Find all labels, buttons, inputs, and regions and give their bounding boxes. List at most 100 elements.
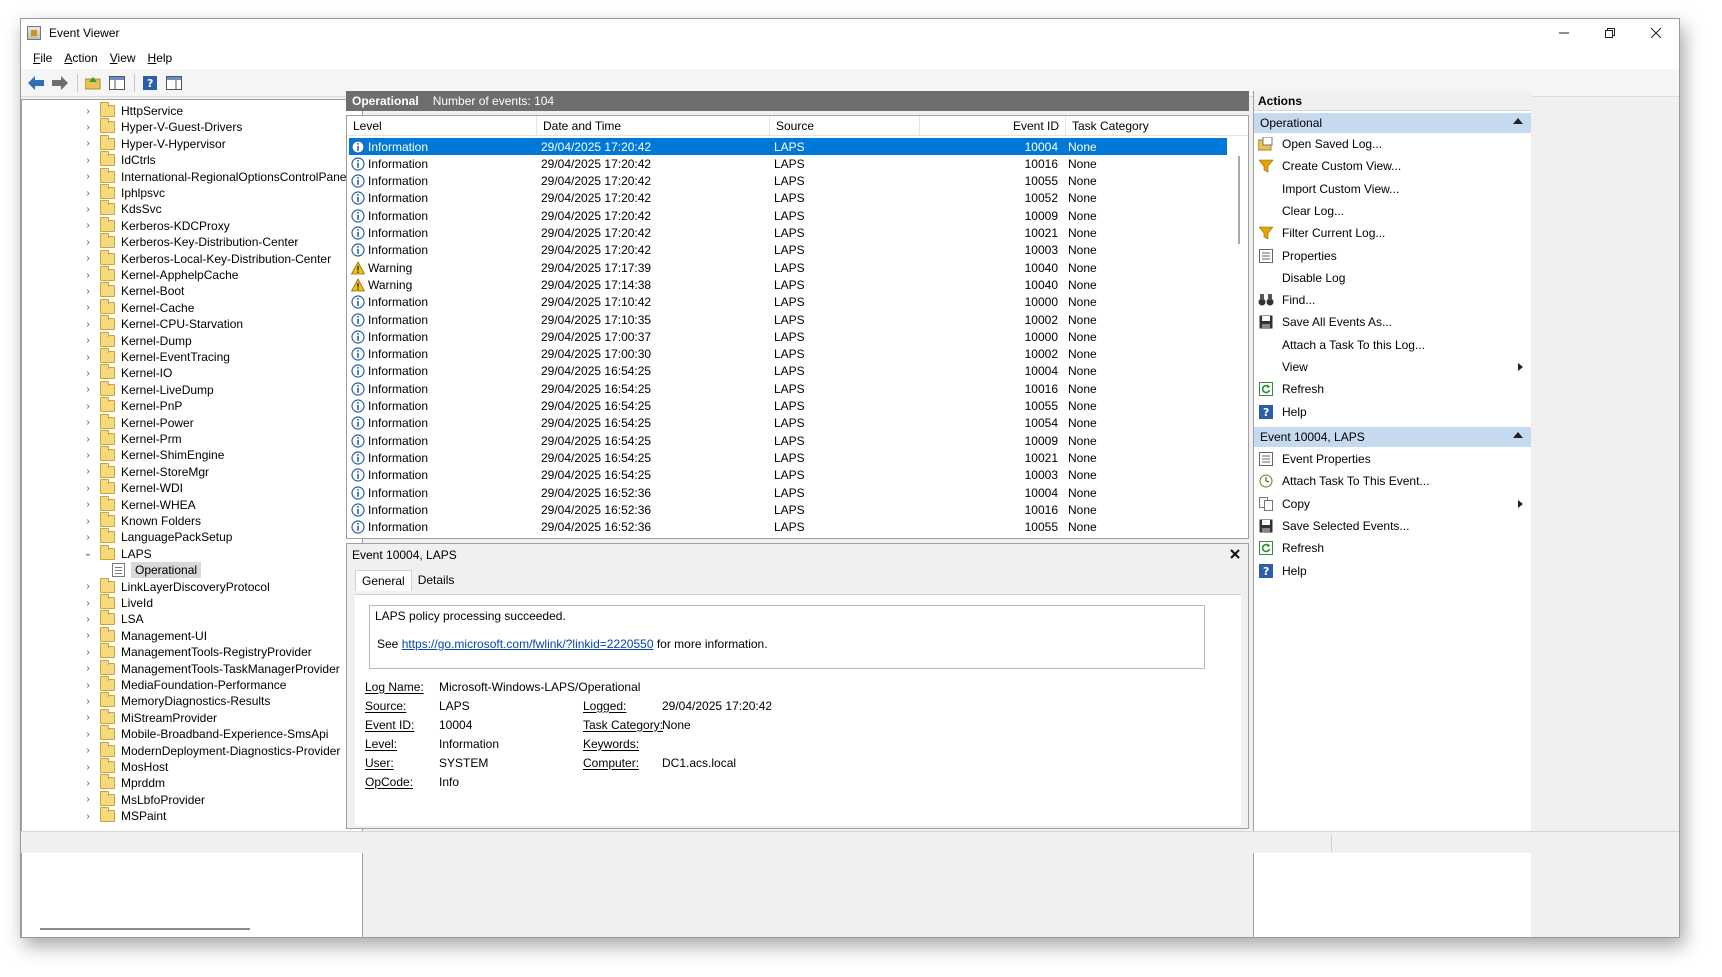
tree-item-folder[interactable]: › Kernel-Dump (82, 331, 192, 350)
tree-item-folder[interactable]: › LinkLayerDiscoveryProtocol (82, 577, 270, 596)
chevron-right-icon[interactable]: › (82, 302, 94, 313)
action-import-custom-view[interactable]: Import Custom View... (1254, 179, 1531, 199)
tree-item-folder[interactable]: › Kerberos-KDCProxy (82, 216, 230, 235)
event-row[interactable]: Warning 29/04/2025 17:14:38 LAPS 10040 None (349, 276, 1227, 293)
chevron-right-icon[interactable]: › (82, 729, 94, 740)
action-event-properties[interactable]: Event Properties (1254, 449, 1531, 469)
chevron-right-icon[interactable]: › (82, 286, 94, 297)
chevron-right-icon[interactable]: › (82, 434, 94, 445)
event-row[interactable]: Information 29/04/2025 16:54:25 LAPS 10003 N… (349, 467, 1227, 484)
tree-item-folder[interactable]: › Mobile-Broadband-Experience-SmsApi (82, 725, 328, 743)
chevron-right-icon[interactable]: › (82, 794, 94, 805)
action-view[interactable]: View (1254, 357, 1531, 377)
chevron-right-icon[interactable]: › (82, 204, 94, 215)
menu-help[interactable]: Help (142, 51, 179, 65)
chevron-right-icon[interactable]: › (82, 680, 94, 691)
action-create-custom-view[interactable]: Create Custom View... (1254, 156, 1531, 176)
action-disable-log[interactable]: Disable Log (1254, 268, 1531, 288)
tree-item-folder[interactable]: › HttpService (82, 102, 183, 120)
detail-close-button[interactable] (1230, 546, 1240, 562)
chevron-right-icon[interactable]: › (82, 188, 94, 199)
tree-item-folder[interactable]: › Kerberos-Key-Distribution-Center (82, 233, 298, 251)
actions-section-operational[interactable]: Operational (1254, 113, 1531, 133)
grid-scrollbar[interactable] (1238, 156, 1240, 244)
tree-item-folder[interactable]: › Kernel-IO (82, 364, 172, 382)
chevron-right-icon[interactable]: › (82, 171, 94, 182)
tree-item-folder[interactable]: ⌄ LAPS (82, 544, 152, 563)
event-row[interactable]: Information 29/04/2025 16:52:36 LAPS 10004 N… (349, 484, 1227, 501)
chevron-right-icon[interactable]: › (82, 253, 94, 264)
forward-button[interactable] (49, 72, 71, 94)
more-info-link[interactable]: https://go.microsoft.com/fwlink/?linkid=… (402, 637, 654, 651)
chevron-right-icon[interactable]: › (82, 762, 94, 773)
chevron-right-icon[interactable]: › (82, 811, 94, 822)
chevron-right-icon[interactable]: › (82, 106, 94, 117)
actions-section-event[interactable]: Event 10004, LAPS (1254, 427, 1531, 447)
event-row[interactable]: Information 29/04/2025 17:20:42 LAPS 10009 N… (349, 207, 1227, 224)
event-row[interactable]: Information 29/04/2025 17:20:42 LAPS 10052 N… (349, 190, 1227, 207)
action-attach-task-to-this-event[interactable]: Attach Task To This Event... (1254, 471, 1531, 491)
chevron-right-icon[interactable]: › (82, 122, 94, 133)
tree-item-folder[interactable]: › IdCtrls (82, 151, 156, 169)
action-copy[interactable]: Copy (1254, 494, 1531, 514)
tree-item-folder[interactable]: › MediaFoundation-Performance (82, 676, 286, 694)
chevron-right-icon[interactable]: › (82, 598, 94, 609)
action-clear-log[interactable]: Clear Log... (1254, 201, 1531, 221)
chevron-right-icon[interactable]: › (82, 483, 94, 494)
show-action-pane-button[interactable] (163, 72, 185, 94)
tree-item-folder[interactable]: › Kernel-Cache (82, 298, 194, 317)
chevron-right-icon[interactable]: › (82, 335, 94, 346)
tree-item-folder[interactable]: › ManagementTools-TaskManagerProvider (82, 659, 340, 678)
up-level-button[interactable] (82, 72, 104, 94)
tree-item-folder[interactable]: › International-RegionalOptionsControlPan… (82, 167, 349, 186)
tree-item-folder[interactable]: › LiveId (82, 594, 153, 612)
chevron-right-icon[interactable]: › (82, 630, 94, 641)
event-row[interactable]: Information 29/04/2025 17:00:37 LAPS 10000 N… (349, 328, 1227, 345)
event-row[interactable]: Information 29/04/2025 16:54:25 LAPS 10021 N… (349, 449, 1227, 466)
event-row[interactable]: Information 29/04/2025 16:52:36 LAPS 10055 N… (349, 519, 1227, 536)
event-row[interactable]: Information 29/04/2025 17:20:42 LAPS 10003 N… (349, 242, 1227, 259)
event-row[interactable]: Information 29/04/2025 16:54:25 LAPS 10009 N… (349, 432, 1227, 449)
chevron-right-icon[interactable]: › (82, 352, 94, 363)
tree-item-folder[interactable]: › Iphlpsvc (82, 184, 165, 202)
tree-item-folder[interactable]: › ManagementTools-RegistryProvider (82, 643, 312, 661)
chevron-right-icon[interactable]: › (82, 319, 94, 330)
tree-item-folder[interactable]: › Kernel-LiveDump (82, 380, 214, 399)
tree-item-folder[interactable]: › Kernel-PnP (82, 397, 182, 415)
event-row[interactable]: Information 29/04/2025 17:20:42 LAPS 10016 N… (349, 155, 1227, 172)
tree-item-folder[interactable]: › Hyper-V-Hypervisor (82, 134, 226, 153)
tree-item-folder[interactable]: › Kernel-Power (82, 413, 194, 432)
chevron-right-icon[interactable]: › (82, 663, 94, 674)
action-find[interactable]: Find... (1254, 290, 1531, 310)
tree-item-folder[interactable]: › MemoryDiagnostics-Results (82, 692, 270, 710)
chevron-right-icon[interactable]: › (82, 745, 94, 756)
column-event-id[interactable]: Event ID (920, 116, 1066, 136)
action-filter-current-log[interactable]: Filter Current Log... (1254, 223, 1531, 243)
column-task-category[interactable]: Task Category (1066, 116, 1216, 136)
event-row[interactable]: Information 29/04/2025 16:54:25 LAPS 10004 N… (349, 363, 1227, 380)
tree-horizontal-scrollbar[interactable] (40, 928, 250, 930)
chevron-right-icon[interactable]: › (82, 647, 94, 658)
event-row[interactable]: Information 29/04/2025 16:54:25 LAPS 10016 N… (349, 380, 1227, 397)
chevron-right-icon[interactable]: › (82, 384, 94, 395)
restore-button[interactable] (1587, 19, 1633, 47)
tree-item-folder[interactable]: › Kernel-ApphelpCache (82, 266, 238, 284)
tab-general[interactable]: General (355, 570, 412, 591)
tree-item-folder[interactable]: › Kernel-Boot (82, 282, 184, 300)
minimize-button[interactable] (1541, 19, 1587, 47)
event-row[interactable]: Information 29/04/2025 17:20:42 LAPS 10055 N… (349, 173, 1227, 190)
chevron-right-icon[interactable]: › (82, 466, 94, 477)
event-row[interactable]: Information 29/04/2025 16:54:25 LAPS 10054 N… (349, 415, 1227, 432)
chevron-right-icon[interactable]: › (82, 532, 94, 543)
action-refresh[interactable]: Refresh (1254, 538, 1531, 558)
chevron-right-icon[interactable]: › (82, 155, 94, 166)
tree-item-folder[interactable]: › Kernel-WHEA (82, 495, 196, 514)
events-grid[interactable]: Level Date and Time Source Event ID Task… (346, 115, 1249, 539)
tree-item-folder[interactable]: › LanguagePackSetup (82, 528, 232, 546)
tree-item-folder[interactable]: › MsLbfoProvider (82, 790, 205, 809)
help-button[interactable]: ? (139, 72, 161, 94)
tree-item-folder[interactable]: › Mprddm (82, 774, 165, 792)
chevron-right-icon[interactable]: › (82, 237, 94, 248)
chevron-right-icon[interactable]: › (82, 220, 94, 231)
chevron-right-icon[interactable]: › (82, 417, 94, 428)
